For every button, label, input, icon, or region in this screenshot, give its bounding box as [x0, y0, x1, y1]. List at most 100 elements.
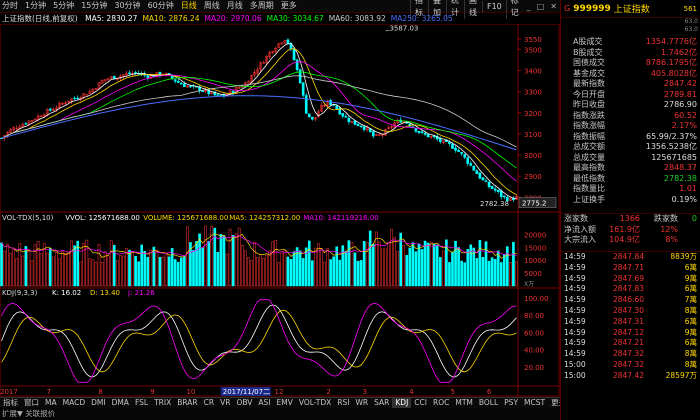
tick-row[interactable]: 14:59 2847.30 8萬	[561, 306, 700, 317]
volume-bar	[429, 241, 433, 287]
indicator-tab[interactable]: DMI	[88, 398, 108, 408]
indicator-tab[interactable]: FSL	[132, 398, 151, 408]
volume-bar	[76, 240, 80, 287]
tick-row[interactable]: 14:59 2847.21 6萬	[561, 338, 700, 349]
indicator-tab[interactable]: KDJ	[392, 398, 412, 408]
flow-label: 涨家数	[564, 214, 588, 223]
indicator-tab[interactable]: WR	[353, 398, 372, 408]
volume-bar	[256, 257, 259, 287]
stat-label: 总成交量	[573, 152, 605, 162]
flow-label: 跌家数	[654, 214, 678, 223]
indicator-tab[interactable]: TRIX	[151, 398, 174, 408]
kdj-line	[1, 299, 517, 383]
vol_line-value: VVOL: 125671688.00	[65, 214, 140, 222]
candle-body	[420, 131, 424, 133]
tick-row[interactable]: 14:59 2847.31 6萬	[561, 317, 700, 328]
tick-volume: 7萬	[684, 295, 697, 305]
period-tab[interactable]: 60分钟	[148, 0, 174, 12]
volume-bar	[167, 256, 171, 287]
volume-bar	[201, 247, 204, 287]
volume-bar	[487, 260, 491, 287]
tick-row[interactable]: 15:00 2847.32 8萬	[561, 360, 700, 371]
period-tab[interactable]: 多周期	[250, 0, 274, 12]
volume-bar	[146, 256, 150, 287]
tick-row[interactable]: 14:59 2847.12 9萬	[561, 328, 700, 339]
indicator-tab[interactable]: RSI	[334, 398, 352, 408]
period-tab[interactable]: 30分钟	[114, 0, 140, 12]
stat-label: 最高指数	[573, 163, 605, 172]
volume-bar	[317, 243, 320, 287]
tick-list[interactable]: 14:59 2847.84 8839万 14:59 2847.71 6萬 14:59 2847…	[561, 251, 700, 382]
volume-bar	[426, 242, 430, 287]
volume-bar	[161, 256, 165, 287]
tick-row[interactable]: 14:59 2847.71 6萬	[561, 263, 700, 274]
indicator-tab[interactable]: VR	[217, 398, 233, 408]
stat-value: 60.52	[674, 110, 697, 120]
volume-bar	[265, 254, 268, 287]
period-tab[interactable]: 1分钟	[25, 0, 46, 12]
chart-title: 上证指数(日线,前复权)	[2, 14, 78, 23]
volume-bar	[292, 251, 296, 287]
indicator-tab[interactable]: BRAR	[174, 398, 200, 408]
period-tab[interactable]: 更多	[281, 0, 297, 12]
x-tick-label: 10	[186, 388, 195, 396]
indicator-tab[interactable]: MCST	[521, 398, 548, 408]
tick-row[interactable]: 14:59 2847.83 6萬	[561, 284, 700, 295]
indicator-tab[interactable]: CCI	[411, 398, 430, 408]
indicator-tab[interactable]: MA	[42, 398, 60, 408]
indicator-tab[interactable]: SAR	[371, 398, 392, 408]
flow-row: 净流入额 161.9亿 12%	[561, 225, 700, 236]
tick-row[interactable]: 14:59 2847.32 8萬	[561, 349, 700, 360]
volume-bar	[64, 252, 67, 287]
volume-bar	[362, 241, 366, 287]
toolbar-button[interactable]: F10	[481, 0, 506, 13]
volume-bar	[457, 247, 460, 287]
period-tab[interactable]: 月线	[227, 0, 243, 12]
stat-label: 昨日收盘	[573, 100, 605, 109]
tick-row[interactable]: 14:59 2846.60 7萬	[561, 295, 700, 306]
candle-body	[295, 59, 299, 70]
tick-row[interactable]: 14:59 2847.84 8839万	[561, 252, 700, 263]
indicator-tab[interactable]: VOL-TDX	[296, 398, 334, 408]
candle-body	[344, 116, 348, 118]
volume-bar	[378, 241, 381, 287]
tick-volume: 8萬	[684, 349, 697, 359]
indicator-tab[interactable]: PSY	[501, 398, 521, 408]
indicator-tab[interactable]: OBV	[233, 398, 255, 408]
tick-volume: 8萬	[684, 359, 697, 369]
indicator-tab[interactable]: 指标	[0, 398, 21, 408]
volume-bar	[432, 243, 436, 287]
indicator-tab[interactable]: MTM	[452, 398, 476, 408]
candle-body	[301, 82, 305, 96]
candle-body	[475, 170, 479, 174]
indicator-tab[interactable]: ROC	[430, 398, 452, 408]
indicator-tab[interactable]: BOLL	[476, 398, 501, 408]
indicator-tab[interactable]: 窗口	[21, 398, 42, 408]
candle-body	[201, 90, 204, 93]
ma-value: MA30: 3034.67	[266, 14, 324, 23]
volume-bar	[247, 257, 250, 287]
volume-bar	[131, 251, 134, 287]
candle-body	[490, 185, 494, 189]
toolbar-right: 指标 叠加 统计 画线 F10 标记 _ □ ✕	[410, 0, 560, 19]
window-control-icon[interactable]: ✕	[547, 1, 560, 13]
period-tab[interactable]: 日线	[181, 0, 197, 12]
indicator-tab[interactable]: DMA	[109, 398, 132, 408]
indicator-tab[interactable]: ASI	[255, 398, 273, 408]
tick-row[interactable]: 15:00 2847.42 28597万	[561, 371, 700, 382]
period-tab[interactable]: 15分钟	[81, 0, 107, 12]
indicator-tab[interactable]: CR	[201, 398, 217, 408]
period-tab[interactable]: 5分钟	[53, 0, 74, 12]
kline-chart[interactable]: 3550350034003300320031003000290028003587…	[0, 24, 560, 397]
tick-row[interactable]: 14:59 2847.69 9萬	[561, 274, 700, 285]
window-control-icon[interactable]: □	[534, 1, 548, 13]
candle-body	[231, 90, 235, 94]
stock-code[interactable]: 999999	[573, 4, 611, 14]
window-control-icon[interactable]: _	[524, 1, 534, 13]
period-tab[interactable]: 分时	[2, 0, 18, 12]
period-tab[interactable]: 周线	[204, 0, 220, 12]
candle-body	[426, 134, 430, 138]
volume-bar	[204, 225, 207, 287]
indicator-tab[interactable]: MACD	[60, 398, 88, 408]
indicator-tab[interactable]: EMV	[274, 398, 296, 408]
